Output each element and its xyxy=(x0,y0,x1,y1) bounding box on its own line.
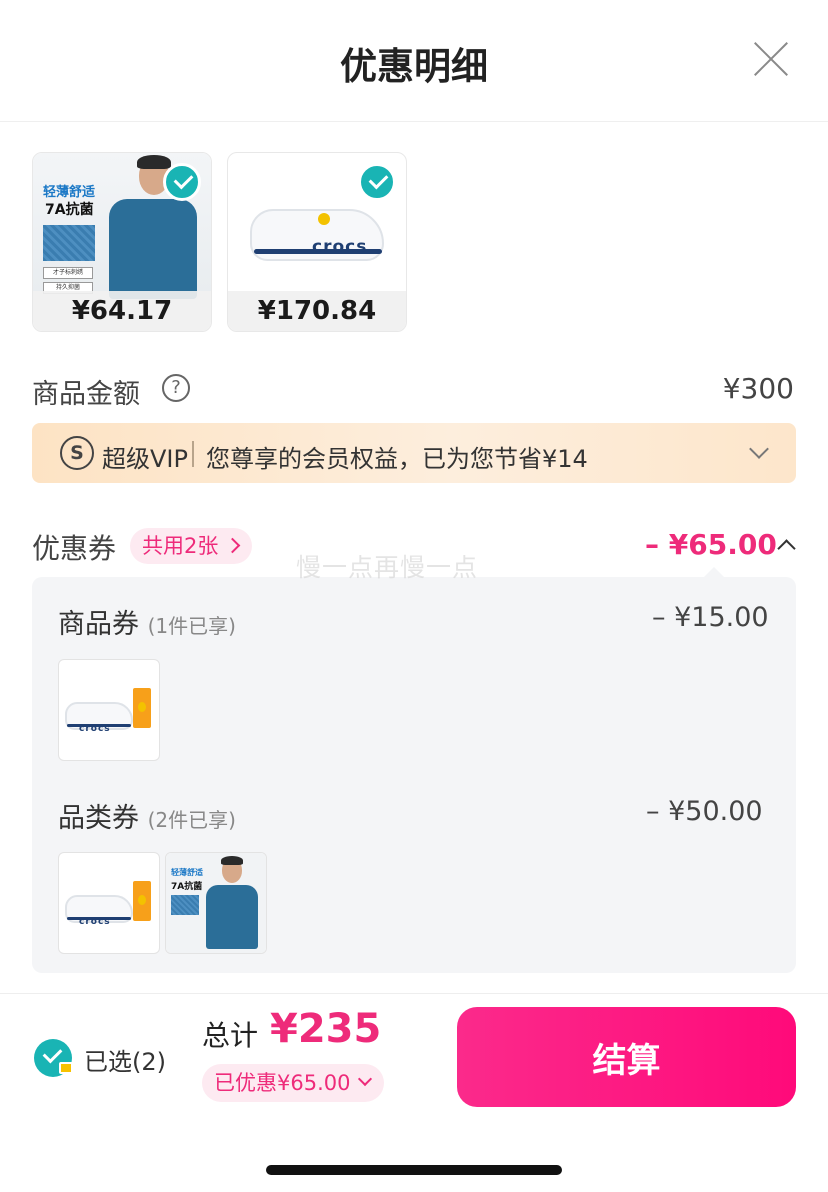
vip-title: 超级VIP xyxy=(102,445,188,473)
category-coupon-title: 品类券 (2件已享) xyxy=(58,796,236,835)
vip-savings-text: 您尊享的会员权益，已为您节省¥14 xyxy=(206,445,588,473)
product-price: ¥170.84 xyxy=(228,291,406,331)
panel-pointer xyxy=(704,567,724,577)
discount-summary-text: 已优惠¥65.00 xyxy=(214,1071,351,1095)
watermark-text: 慢一点再慢一点 xyxy=(296,553,479,582)
crocs-logo: crocs xyxy=(79,917,111,927)
home-indicator xyxy=(266,1165,562,1175)
coupon-total: – ¥65.00 xyxy=(645,528,777,561)
selected-count[interactable]: 已选(2) xyxy=(84,1042,166,1077)
coupon-item-shirt: 轻薄舒适 7A抗菌 xyxy=(165,852,267,954)
goods-amount-value: ¥300 xyxy=(722,372,794,405)
sheet-header: 优惠明细 xyxy=(0,0,828,122)
product-feature-text: 7A抗菌 xyxy=(45,202,94,218)
lock-icon xyxy=(59,1062,73,1074)
category-coupon-label: 品类券 xyxy=(58,803,139,834)
category-coupon-amount: – ¥50.00 xyxy=(646,796,763,827)
category-coupon-note: (2件已享) xyxy=(147,808,236,832)
coupon-item-crocs: crocs xyxy=(58,852,160,954)
discount-summary-pill[interactable]: 已优惠¥65.00 xyxy=(202,1064,385,1102)
goods-amount-label: 商品金额 xyxy=(32,379,140,410)
selected-check-icon[interactable] xyxy=(163,163,201,201)
total-label: 总计 xyxy=(202,1019,259,1052)
shared-coupons-badge[interactable]: 共用2张 xyxy=(130,528,253,564)
vip-badge-icon: S xyxy=(60,436,94,470)
coupon-label: 优惠券 xyxy=(32,532,117,565)
total-value: ¥235 xyxy=(270,1006,382,1052)
product-coupon-label: 商品券 xyxy=(58,609,139,640)
chevron-down-icon xyxy=(358,1071,373,1087)
sheet-title: 优惠明细 xyxy=(340,45,488,88)
crocs-logo: crocs xyxy=(79,724,111,734)
chevron-right-icon xyxy=(225,537,241,554)
crocs-logo: crocs xyxy=(312,237,368,257)
product-coupon-amount: – ¥15.00 xyxy=(652,602,769,633)
selected-check-icon[interactable] xyxy=(358,163,396,201)
close-icon[interactable] xyxy=(754,42,788,76)
chevron-up-icon[interactable] xyxy=(777,539,796,558)
coupon-item-crocs: crocs xyxy=(58,659,160,761)
product-feature-text: 轻薄舒适 xyxy=(43,185,96,200)
product-thumb-shirt[interactable]: 轻薄舒适 7A抗菌 才子标刺绣 持久抑菌 ¥64.17 xyxy=(32,152,212,332)
product-coupon-title: 商品券 (1件已享) xyxy=(58,602,236,641)
help-icon[interactable]: ? xyxy=(162,374,190,402)
product-tag: 才子标刺绣 xyxy=(43,267,93,279)
product-thumb-crocs[interactable]: crocs ¥170.84 xyxy=(227,152,407,332)
divider xyxy=(192,441,194,467)
product-price: ¥64.17 xyxy=(33,291,211,331)
product-coupon-note: (1件已享) xyxy=(147,614,236,638)
vip-benefit-bar[interactable]: S 超级VIP 您尊享的会员权益，已为您节省¥14 xyxy=(32,423,796,483)
checkout-button[interactable]: 结算 xyxy=(457,1007,796,1107)
shared-coupons-text: 共用2张 xyxy=(142,534,219,558)
fabric-swatch xyxy=(43,225,95,261)
discount-details-sheet: 优惠明细 轻薄舒适 7A抗菌 才子标刺绣 持久抑菌 ¥64.17 crocs ¥… xyxy=(0,0,828,1192)
footer-divider xyxy=(0,993,828,994)
